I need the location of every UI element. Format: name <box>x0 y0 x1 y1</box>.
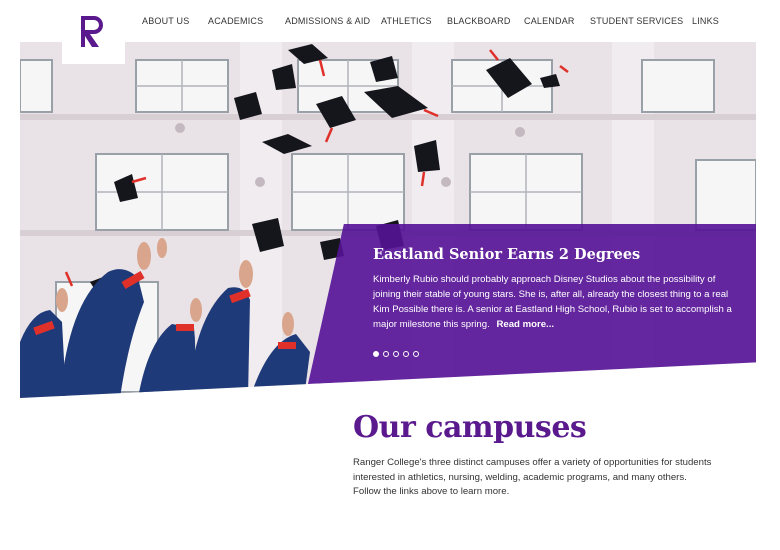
read-more-link[interactable]: Read more... <box>496 319 554 330</box>
slide-caption: Eastland Senior Earns 2 Degrees Kimberly… <box>308 224 756 384</box>
nav-athletics[interactable]: ATHLETICS <box>381 16 432 26</box>
nav-calendar[interactable]: CALENDAR <box>524 16 575 26</box>
hero-slider: Eastland Senior Earns 2 Degrees Kimberly… <box>20 42 756 398</box>
nav-admissions-aid[interactable]: ADMISSIONS & AID <box>285 16 370 26</box>
college-logo[interactable] <box>62 0 125 64</box>
nav-about-us[interactable]: ABOUT US <box>142 16 189 26</box>
slide-body: Kimberly Rubio should probably approach … <box>373 272 745 332</box>
slide-dot-1[interactable] <box>373 351 379 357</box>
campuses-description: Ranger College's three distinct campuses… <box>353 457 712 497</box>
top-navigation: ABOUT US ACADEMICS ADMISSIONS & AID ATHL… <box>0 0 780 64</box>
slide-dot-2[interactable] <box>383 351 389 357</box>
campuses-heading: Our campuses <box>353 410 587 445</box>
r-logo-icon <box>80 16 103 47</box>
slide-title: Eastland Senior Earns 2 Degrees <box>373 246 641 263</box>
nav-student-services[interactable]: STUDENT SERVICES <box>590 16 683 26</box>
slide-indicators <box>373 351 419 357</box>
nav-academics[interactable]: ACADEMICS <box>208 16 263 26</box>
slide-dot-5[interactable] <box>413 351 419 357</box>
nav-blackboard[interactable]: BLACKBOARD <box>447 16 511 26</box>
slide-dot-3[interactable] <box>393 351 399 357</box>
slide-dot-4[interactable] <box>403 351 409 357</box>
nav-links[interactable]: LINKS <box>692 16 719 26</box>
